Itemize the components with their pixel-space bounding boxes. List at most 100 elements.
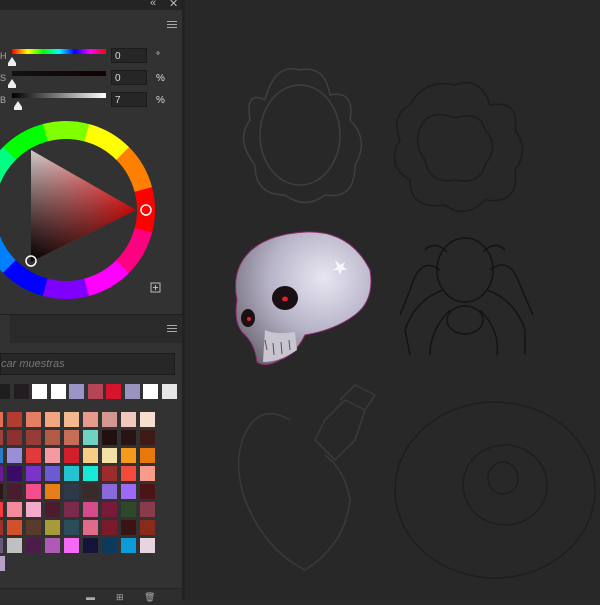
swatch[interactable] [26,538,41,553]
swatch[interactable] [45,412,60,427]
swatch[interactable] [121,466,136,481]
swatch[interactable] [26,466,41,481]
swatch[interactable] [64,484,79,499]
swatch[interactable] [102,466,117,481]
swatch[interactable] [83,466,98,481]
saturation-track[interactable] [12,71,106,76]
swatch[interactable] [121,520,136,535]
swatch[interactable] [7,538,22,553]
swatch[interactable] [121,484,136,499]
drawing-canvas[interactable] [185,0,600,600]
close-icon[interactable]: ✕ [169,0,178,10]
swatch[interactable] [83,430,98,445]
swatch[interactable] [0,520,3,535]
swatch[interactable] [0,412,3,427]
swatch[interactable] [121,538,136,553]
swatch[interactable] [140,412,155,427]
swatch[interactable] [45,520,60,535]
swatch[interactable] [140,538,155,553]
swatch[interactable] [26,448,41,463]
brightness-track[interactable] [12,93,106,98]
swatch[interactable] [0,556,5,571]
swatch[interactable] [64,430,79,445]
swatch[interactable] [102,502,117,517]
folder-icon[interactable]: ▬ [86,592,95,602]
swatch[interactable] [0,484,3,499]
swatch[interactable] [140,466,155,481]
swatch[interactable] [102,412,117,427]
swatch[interactable] [0,466,3,481]
swatch[interactable] [64,520,79,535]
swatch[interactable] [83,502,98,517]
swatch[interactable] [0,430,3,445]
swatch[interactable] [140,484,155,499]
saturation-slider[interactable]: S [0,68,182,88]
swatch[interactable] [83,448,98,463]
swatch[interactable] [45,448,60,463]
recent-swatch[interactable] [0,384,10,399]
swatch[interactable] [0,448,3,463]
swatch[interactable] [140,448,155,463]
hue-field[interactable]: 0 [111,48,147,63]
swatch[interactable] [7,484,22,499]
swatch[interactable] [45,538,60,553]
recent-swatch[interactable] [87,384,103,399]
swatch[interactable] [26,520,41,535]
swatch[interactable] [83,412,98,427]
swatch[interactable] [83,484,98,499]
swatch[interactable] [0,502,3,517]
saturation-field[interactable]: 0 [111,70,147,85]
swatch[interactable] [26,484,41,499]
collapse-icon[interactable]: « [150,0,156,9]
swatch[interactable] [45,466,60,481]
swatch[interactable] [45,484,60,499]
swatch[interactable] [26,412,41,427]
swatch[interactable] [140,430,155,445]
swatch[interactable] [102,520,117,535]
hue-track[interactable] [12,49,106,54]
swatch[interactable] [64,502,79,517]
recent-swatch[interactable] [32,384,47,399]
swatch[interactable] [7,466,22,481]
hue-slider[interactable]: H [0,46,182,66]
swatch-search-input[interactable]: car muestras [0,353,175,375]
recent-swatch[interactable] [69,384,84,399]
swatch[interactable] [121,430,136,445]
swatch[interactable] [7,412,22,427]
swatch[interactable] [83,538,98,553]
recent-swatch[interactable] [106,384,121,399]
swatch[interactable] [121,448,136,463]
swatch[interactable] [64,412,79,427]
swatch[interactable] [102,484,117,499]
recent-swatch[interactable] [124,384,140,399]
swatch[interactable] [102,448,117,463]
swatch[interactable] [0,538,3,553]
swatches-tab[interactable] [0,315,10,343]
swatch[interactable] [64,538,79,553]
recent-swatch[interactable] [161,384,177,399]
swatch[interactable] [64,466,79,481]
recent-swatch[interactable] [50,384,66,399]
swatch[interactable] [7,520,22,535]
swatch[interactable] [102,538,117,553]
swatch[interactable] [64,448,79,463]
swatch[interactable] [102,430,117,445]
swatches-menu-icon[interactable] [167,325,177,334]
trash-icon[interactable]: 🗑 [144,592,155,603]
swatch[interactable] [83,520,98,535]
color-wheel[interactable] [0,115,182,310]
swatch[interactable] [7,430,22,445]
swatch[interactable] [26,502,41,517]
swatch[interactable] [140,520,155,535]
swatch[interactable] [7,502,22,517]
brightness-field[interactable]: 7 [111,92,147,107]
swatch[interactable] [45,430,60,445]
swatch[interactable] [121,412,136,427]
swatch[interactable] [45,502,60,517]
panel-menu-icon[interactable] [167,21,177,30]
recent-swatch[interactable] [13,384,29,399]
brightness-slider[interactable]: B [0,90,182,110]
swatch[interactable] [140,502,155,517]
swatch[interactable] [121,502,136,517]
recent-swatch[interactable] [143,384,158,399]
